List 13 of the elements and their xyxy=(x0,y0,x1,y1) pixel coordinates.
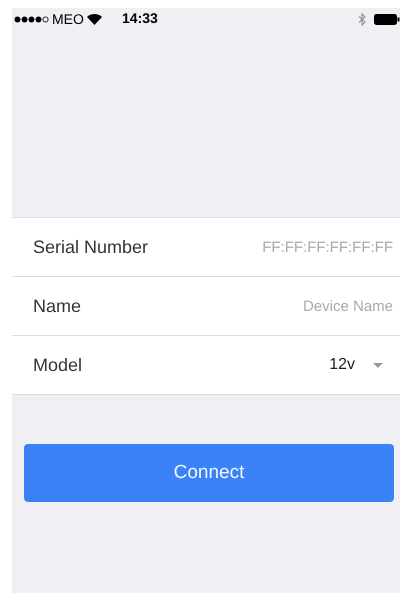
field-label: Model xyxy=(33,354,82,376)
input-field[interactable]: Device Name xyxy=(223,298,393,314)
signal-icon xyxy=(14,16,49,22)
carrier-name: MEO xyxy=(52,11,84,27)
wifi-icon xyxy=(86,14,102,24)
model-dropdown[interactable]: 12v xyxy=(329,356,393,374)
status-time: 14:33 xyxy=(122,10,158,26)
battery-icon xyxy=(374,14,400,24)
field-label: Serial Number xyxy=(33,236,148,258)
input-field[interactable]: FF:FF:FF:FF:FF:FF xyxy=(223,238,393,256)
bluetooth-icon xyxy=(358,12,366,26)
caret-icon xyxy=(373,362,383,368)
field-label: Name xyxy=(33,296,82,316)
